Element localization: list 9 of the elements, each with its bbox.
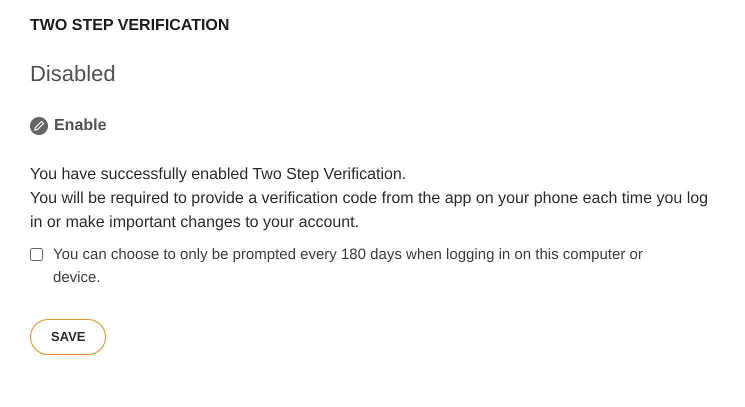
status-text: Disabled bbox=[30, 60, 116, 88]
pencil-icon bbox=[30, 117, 48, 135]
remember-checkbox[interactable] bbox=[30, 248, 43, 261]
message-text: You will be required to provide a verification code from the app on your phone each time you log in or make important changes to your account. bbox=[30, 189, 710, 233]
save-button[interactable]: SAVE bbox=[30, 319, 106, 355]
message-text: You have successfully enabled Two Step Verification. bbox=[30, 165, 408, 185]
enable-link[interactable]: Enable bbox=[30, 115, 106, 137]
remember-label: You can choose to only be prompted every 180 days when logging in on this computer or device. bbox=[53, 245, 644, 288]
section-heading: TWO STEP VERIFICATION bbox=[30, 16, 230, 36]
